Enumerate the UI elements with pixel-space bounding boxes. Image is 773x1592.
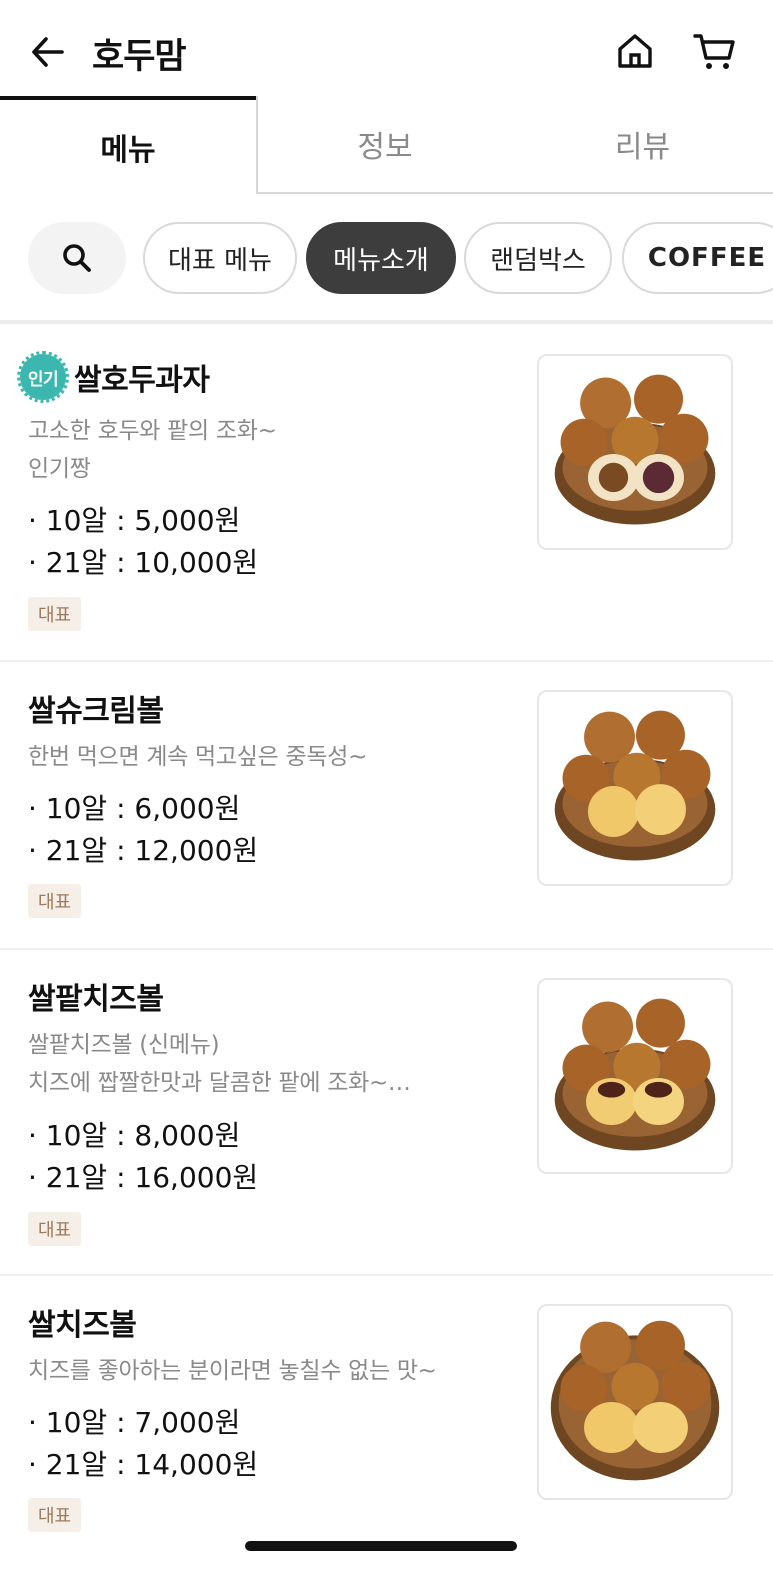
menu-item-price: · 21알 : 14,000원 xyxy=(28,1448,259,1481)
menu-item-name: 쌀슈크림볼 xyxy=(28,694,164,729)
home-button[interactable] xyxy=(612,28,658,74)
menu-item-name: 쌀호두과자 xyxy=(74,363,210,398)
chip-coffee[interactable]: COFFEE xyxy=(622,222,773,294)
page-title: 호두맘 xyxy=(92,37,187,77)
app-header: 호두맘 xyxy=(0,0,773,100)
menu-item-price: · 21알 : 12,000원 xyxy=(28,834,259,867)
menu-item[interactable]: 쌀치즈볼 치즈를 좋아하는 분이라면 놓칠수 없는 맛~ · 10알 : 7,0… xyxy=(0,1276,773,1566)
menu-item-title-row: 인기 쌀호두과자 xyxy=(17,351,210,403)
tab-bar: 메뉴 정보 리뷰 xyxy=(0,96,773,194)
chip-representative-menu[interactable]: 대표 메뉴 xyxy=(143,222,297,294)
menu-item-desc: 치즈에 짭짤한맛과 달콤한 팥에 조화~… xyxy=(28,1070,411,1096)
search-button[interactable] xyxy=(28,222,126,294)
tab-review[interactable]: 리뷰 xyxy=(512,96,773,194)
menu-item-desc: 인기짱 xyxy=(28,456,91,482)
menu-item-price: · 10알 : 7,000원 xyxy=(28,1406,241,1439)
menu-item-image xyxy=(537,690,733,886)
menu-item-price: · 10알 : 8,000원 xyxy=(28,1119,241,1152)
menu-item-image xyxy=(537,1304,733,1500)
menu-item[interactable]: 인기 쌀호두과자 고소한 호두와 팥의 조화~ 인기짱 · 10알 : 5,00… xyxy=(0,324,773,662)
menu-item-image xyxy=(537,978,733,1174)
representative-tag: 대표 xyxy=(28,597,82,631)
popular-badge: 인기 xyxy=(17,351,69,403)
back-button[interactable] xyxy=(26,30,70,74)
tab-info[interactable]: 정보 xyxy=(256,96,512,194)
chip-random-box[interactable]: 랜덤박스 xyxy=(464,222,612,294)
menu-item-desc: 고소한 호두와 팥의 조화~ xyxy=(28,418,277,444)
search-icon xyxy=(63,244,91,272)
menu-item[interactable]: 쌀슈크림볼 한번 먹으면 계속 먹고싶은 중독성~ · 10알 : 6,000원… xyxy=(0,662,773,950)
menu-item-price: · 21알 : 10,000원 xyxy=(28,546,259,579)
representative-tag: 대표 xyxy=(28,1498,82,1532)
representative-tag: 대표 xyxy=(28,884,82,918)
home-indicator[interactable] xyxy=(245,1541,517,1551)
menu-item-name: 쌀치즈볼 xyxy=(28,1308,137,1343)
menu-item-price: · 21알 : 16,000원 xyxy=(28,1161,259,1194)
menu-item-desc: 한번 먹으면 계속 먹고싶은 중독성~ xyxy=(28,744,368,770)
home-icon xyxy=(618,34,652,68)
menu-item-name: 쌀팥치즈볼 xyxy=(28,982,164,1017)
menu-item-desc: 쌀팥치즈볼 (신메뉴) xyxy=(28,1032,220,1058)
cart-button[interactable] xyxy=(690,28,740,74)
menu-item-image xyxy=(537,354,733,550)
representative-tag: 대표 xyxy=(28,1212,82,1246)
tab-menu[interactable]: 메뉴 xyxy=(0,96,256,194)
menu-item-desc: 치즈를 좋아하는 분이라면 놓칠수 없는 맛~ xyxy=(28,1358,437,1384)
category-chips: 대표 메뉴 메뉴소개 랜덤박스 COFFEE xyxy=(0,220,773,298)
chip-menu-intro[interactable]: 메뉴소개 xyxy=(306,222,456,294)
menu-item-price: · 10알 : 5,000원 xyxy=(28,504,241,537)
cart-icon xyxy=(693,34,735,69)
arrow-left-icon xyxy=(32,37,64,67)
menu-item-price: · 10알 : 6,000원 xyxy=(28,792,241,825)
menu-item[interactable]: 쌀팥치즈볼 쌀팥치즈볼 (신메뉴) 치즈에 짭짤한맛과 달콤한 팥에 조화~… … xyxy=(0,950,773,1276)
